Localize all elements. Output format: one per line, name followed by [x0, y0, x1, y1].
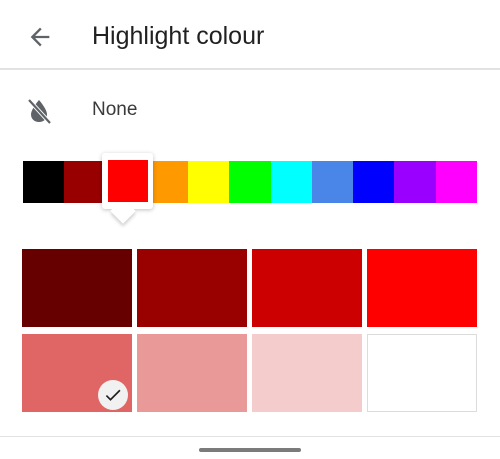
hue-swatch[interactable] — [353, 161, 395, 203]
shade-swatch[interactable] — [252, 334, 362, 412]
hue-swatch[interactable] — [188, 161, 230, 203]
none-label: None — [92, 99, 138, 120]
highlight-colour-screen: Highlight colour None — [0, 0, 500, 459]
selected-check-badge — [98, 380, 128, 410]
shade-swatch[interactable] — [22, 334, 132, 412]
shade-swatch[interactable] — [367, 249, 477, 327]
hue-swatch[interactable] — [229, 161, 272, 203]
hue-swatch[interactable] — [23, 161, 65, 203]
shade-swatch[interactable] — [22, 249, 132, 327]
hue-swatch[interactable] — [270, 161, 313, 203]
back-button[interactable] — [20, 17, 60, 57]
shade-swatch[interactable] — [367, 334, 477, 412]
bottom-divider — [0, 436, 500, 437]
hue-swatch[interactable] — [394, 161, 437, 203]
hue-swatch[interactable] — [435, 161, 478, 203]
no-highlight-icon — [27, 98, 52, 125]
hue-swatch[interactable] — [146, 161, 189, 203]
hue-swatch[interactable] — [64, 161, 107, 203]
page-title: Highlight colour — [92, 22, 265, 50]
home-indicator[interactable] — [199, 448, 301, 452]
hue-swatch[interactable] — [311, 161, 354, 203]
shade-swatch[interactable] — [137, 334, 247, 412]
none-option[interactable]: None — [0, 74, 500, 144]
header-divider — [0, 68, 500, 70]
app-bar: Highlight colour — [0, 0, 500, 70]
hue-strip — [23, 161, 478, 203]
arrow-left-icon — [30, 27, 50, 47]
shade-swatch[interactable] — [252, 249, 362, 327]
check-icon — [105, 389, 121, 401]
hue-swatch-selected[interactable] — [108, 160, 148, 202]
shade-swatch[interactable] — [137, 249, 247, 327]
